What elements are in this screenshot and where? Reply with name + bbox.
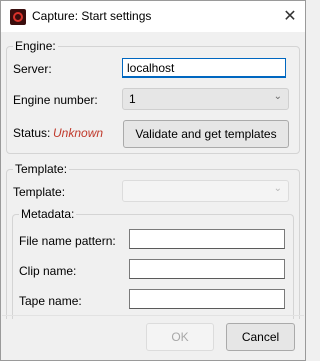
tape-name-label: Tape name: bbox=[19, 294, 82, 308]
server-input[interactable] bbox=[122, 58, 286, 78]
capture-app-icon bbox=[10, 9, 26, 25]
engine-number-label: Engine number: bbox=[13, 93, 98, 107]
start-settings-dialog: Capture: Start settings ✕ Engine: Server… bbox=[0, 0, 306, 361]
file-name-pattern-label: File name pattern: bbox=[19, 234, 116, 248]
validate-button[interactable]: Validate and get templates bbox=[123, 120, 289, 148]
template-select[interactable]: ⌄ bbox=[122, 180, 289, 202]
file-name-pattern-input[interactable] bbox=[129, 229, 285, 249]
close-icon[interactable]: ✕ bbox=[279, 5, 301, 27]
engine-number-value: 1 bbox=[129, 92, 136, 106]
cancel-button[interactable]: Cancel bbox=[226, 323, 295, 351]
metadata-group-legend: Metadata: bbox=[19, 207, 77, 221]
clip-name-label: Clip name: bbox=[19, 264, 77, 278]
chevron-down-icon: ⌄ bbox=[273, 91, 282, 102]
footer-divider bbox=[2, 315, 304, 316]
status-label: Status: bbox=[13, 126, 51, 140]
window-title: Capture: Start settings bbox=[32, 9, 152, 23]
chevron-down-icon: ⌄ bbox=[273, 183, 282, 194]
tape-name-input[interactable] bbox=[129, 289, 285, 309]
template-label: Template: bbox=[13, 185, 66, 199]
engine-group-legend: Engine: bbox=[13, 39, 58, 53]
server-label: Server: bbox=[13, 62, 52, 76]
status-value: Unknown bbox=[53, 126, 104, 140]
ok-button[interactable]: OK bbox=[146, 323, 214, 351]
title-bar[interactable]: Capture: Start settings ✕ bbox=[1, 1, 305, 32]
clip-name-input[interactable] bbox=[129, 259, 285, 279]
template-group-legend: Template: bbox=[13, 162, 70, 176]
engine-number-select[interactable]: 1 ⌄ bbox=[122, 88, 289, 110]
